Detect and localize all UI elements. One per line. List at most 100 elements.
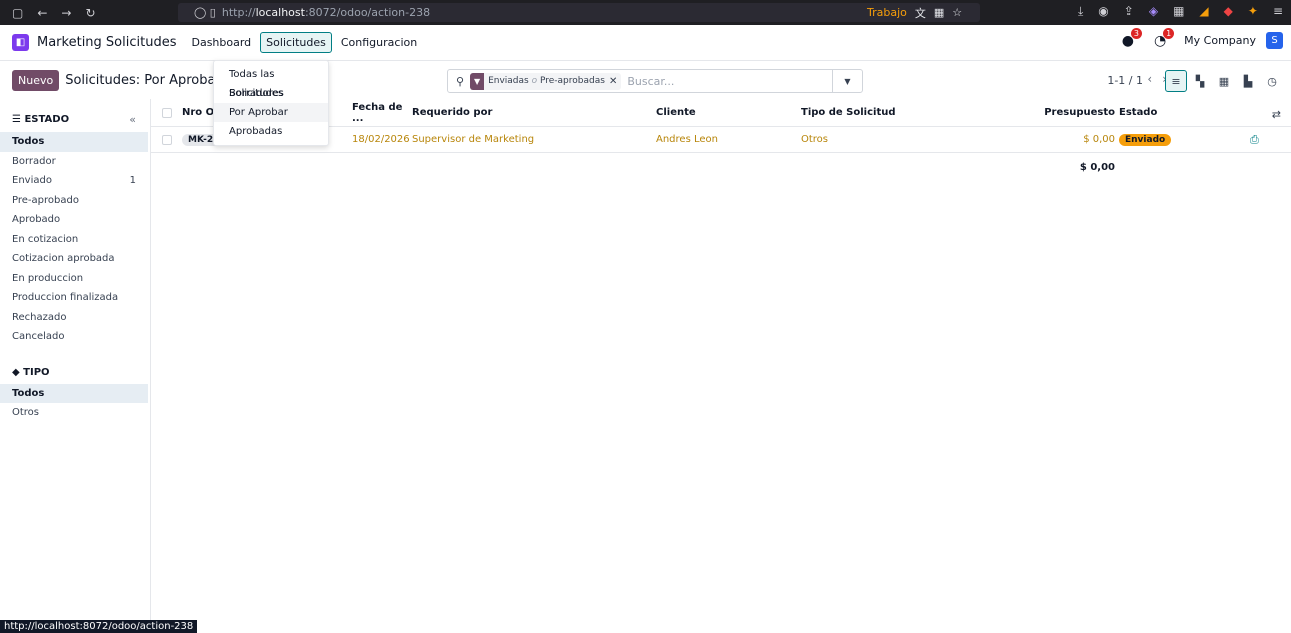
search-bar[interactable]: ⚲ ▼ Enviadas o Pre-aprobadas ✕ Buscar...… — [447, 69, 863, 93]
estado-item-rechazado[interactable]: Rechazado — [0, 308, 148, 328]
estado-label: En produccion — [12, 272, 84, 284]
graph-view-icon[interactable]: ▙ — [1237, 70, 1259, 92]
addon-yellow-icon[interactable]: ◢ — [1199, 4, 1208, 19]
tipo-item-otros[interactable]: Otros — [0, 403, 148, 423]
chat-icon[interactable]: ● 3 — [1122, 27, 1142, 49]
reload-icon[interactable]: ↻ — [85, 6, 95, 20]
estado-label: Produccion finalizada — [12, 292, 119, 303]
estado-item-borrador[interactable]: Borrador — [0, 152, 148, 172]
shield-icon: ◯ ▯ — [194, 6, 216, 19]
forward-icon[interactable]: → — [61, 6, 71, 20]
facet-value-a: Enviadas — [488, 76, 529, 86]
pivot-view-icon[interactable]: ▦ — [1213, 70, 1235, 92]
estado-item-todos[interactable]: Todos — [0, 132, 148, 152]
app-menu-icon[interactable]: ◧ — [12, 34, 29, 51]
estado-label: Borrador — [12, 155, 56, 167]
dropdown-item-aprobadas[interactable]: Aprobadas — [214, 122, 328, 141]
search-input[interactable]: Buscar... — [627, 75, 674, 88]
estado-label: Cotizacion aprobada — [12, 253, 115, 264]
extensions-icon[interactable]: ▦ — [934, 6, 944, 19]
menu-solicitudes[interactable]: Solicitudes — [260, 32, 332, 53]
estado-label: Enviado — [12, 175, 52, 186]
address-bar[interactable]: ◯ ▯ http://localhost:8072/odoo/action-23… — [178, 3, 980, 22]
solicitudes-dropdown: Todas las Solicitudes Borradores Por Apr… — [213, 60, 329, 146]
company-switcher[interactable]: My Company — [1184, 34, 1256, 47]
header-estado[interactable]: Estado — [1115, 107, 1220, 118]
pager-previous-icon[interactable]: ‹ — [1147, 72, 1152, 86]
estado-item-cotizacion-aprobada[interactable]: Cotizacion aprobada — [0, 249, 148, 269]
estado-label: Aprobado — [12, 214, 61, 225]
container-label[interactable]: Trabajo — [867, 6, 907, 19]
chat-badge: 3 — [1130, 27, 1142, 39]
activity-view-icon[interactable]: ◷ — [1261, 70, 1283, 92]
tag-icon: ◆ — [12, 366, 24, 378]
estado-item-produccion-finalizada[interactable]: Produccion finalizada — [0, 288, 148, 308]
grid-icon[interactable]: ▦ — [1173, 4, 1184, 19]
cell-tipo: Otros — [801, 134, 829, 145]
translate-icon[interactable]: 文 — [915, 5, 926, 21]
status-badge: Enviado — [1119, 133, 1172, 146]
odoo-navbar: ◧ Marketing Solicitudes Dashboard Solici… — [0, 25, 1291, 61]
back-icon[interactable]: ← — [37, 6, 47, 20]
header-requerido[interactable]: Requerido por — [412, 107, 656, 118]
menu-icon[interactable]: ≡ — [1273, 4, 1283, 19]
addon-red-icon[interactable]: ◆ — [1224, 4, 1233, 19]
estado-item-en-produccion[interactable]: En produccion — [0, 269, 148, 289]
cell-fecha: 18/02/2026 — [352, 134, 410, 145]
estado-count: 1 — [129, 175, 136, 186]
header-fecha[interactable]: Fecha de ... — [352, 102, 412, 124]
estado-label: Cancelado — [12, 331, 65, 342]
collapse-panel-icon[interactable]: « — [129, 113, 136, 126]
header-cliente[interactable]: Cliente — [656, 107, 801, 118]
header-presupuesto[interactable]: Presupuesto — [1001, 107, 1115, 118]
addon-icon[interactable]: ◈ — [1149, 4, 1158, 19]
share-icon[interactable]: ⇪ — [1124, 4, 1134, 19]
breadcrumb: Solicitudes: Por Aprobar — [65, 72, 221, 88]
tipo-item-todos[interactable]: Todos — [0, 383, 148, 403]
list-icon: ☰ — [12, 114, 25, 125]
select-all-checkbox[interactable] — [162, 107, 172, 118]
estado-item-enviado[interactable]: Enviado 1 — [0, 171, 148, 191]
url-rest: :8072/odoo/action-238 — [304, 6, 431, 19]
dropdown-item-por-aprobar[interactable]: Por Aprobar — [214, 103, 328, 122]
menu-dashboard[interactable]: Dashboard — [186, 33, 256, 52]
header-tipo[interactable]: Tipo de Solicitud — [801, 107, 1001, 118]
kanban-view-icon[interactable]: ▚ — [1189, 70, 1211, 92]
search-options-toggle[interactable]: ▼ — [832, 70, 862, 92]
activity-icon[interactable]: ◔ 1 — [1154, 27, 1175, 49]
menu-configuracion[interactable]: Configuracion — [336, 33, 422, 52]
estado-label: Todos — [12, 136, 45, 147]
bookmark-star-icon[interactable]: ☆ — [952, 6, 962, 19]
user-avatar[interactable]: S — [1266, 32, 1283, 49]
browser-toolbar: ▢ ← → ↻ ◯ ▯ http://localhost:8072/odoo/a… — [0, 0, 1291, 25]
url-prefix: http:// — [221, 6, 256, 19]
estado-item-aprobado[interactable]: Aprobado — [0, 210, 148, 230]
addon-fox-icon[interactable]: ✦ — [1248, 4, 1258, 19]
cell-presupuesto: $ 0,00 — [1083, 134, 1115, 145]
list-view-icon[interactable]: ≡ — [1165, 70, 1187, 92]
remove-facet-icon[interactable]: ✕ — [609, 76, 621, 87]
estado-item-cancelado[interactable]: Cancelado — [0, 327, 148, 347]
facet-or: o — [531, 76, 538, 86]
row-checkbox[interactable] — [162, 134, 172, 145]
tipo-header: ◆ TIPO — [0, 347, 150, 384]
estado-item-en-cotizacion[interactable]: En cotizacion — [0, 230, 148, 250]
estado-item-pre-aprobado[interactable]: Pre-aprobado — [0, 191, 148, 211]
cell-cliente: Andres Leon — [656, 134, 718, 145]
control-panel: Nuevo Solicitudes: Por Aprobar ✹ ⚲ ▼ Env… — [0, 61, 1291, 99]
estado-label: Rechazado — [12, 311, 67, 323]
account-icon[interactable]: ◉ — [1098, 4, 1108, 19]
sidebar-toggle-icon[interactable]: ▢ — [12, 6, 23, 20]
tipo-title: TIPO — [23, 366, 50, 378]
new-button[interactable]: Nuevo — [12, 69, 60, 91]
search-panel: ☰ ESTADO « Todos Borrador Enviado 1 Pre-a… — [0, 99, 151, 633]
optional-columns-icon[interactable]: ⇄ — [1272, 108, 1281, 121]
print-icon[interactable]: ⎙ — [1250, 133, 1259, 146]
dropdown-item-borradores[interactable]: Borradores — [214, 84, 328, 103]
dropdown-item-todas[interactable]: Todas las Solicitudes — [214, 65, 328, 99]
list-footer: $ 0,00 — [151, 153, 1291, 181]
pager-value[interactable]: 1-1 / 1 — [1107, 74, 1143, 87]
download-icon[interactable]: ⤓ — [1078, 4, 1083, 19]
app-name[interactable]: Marketing Solicitudes — [37, 35, 176, 50]
search-icon: ⚲ — [456, 74, 465, 88]
